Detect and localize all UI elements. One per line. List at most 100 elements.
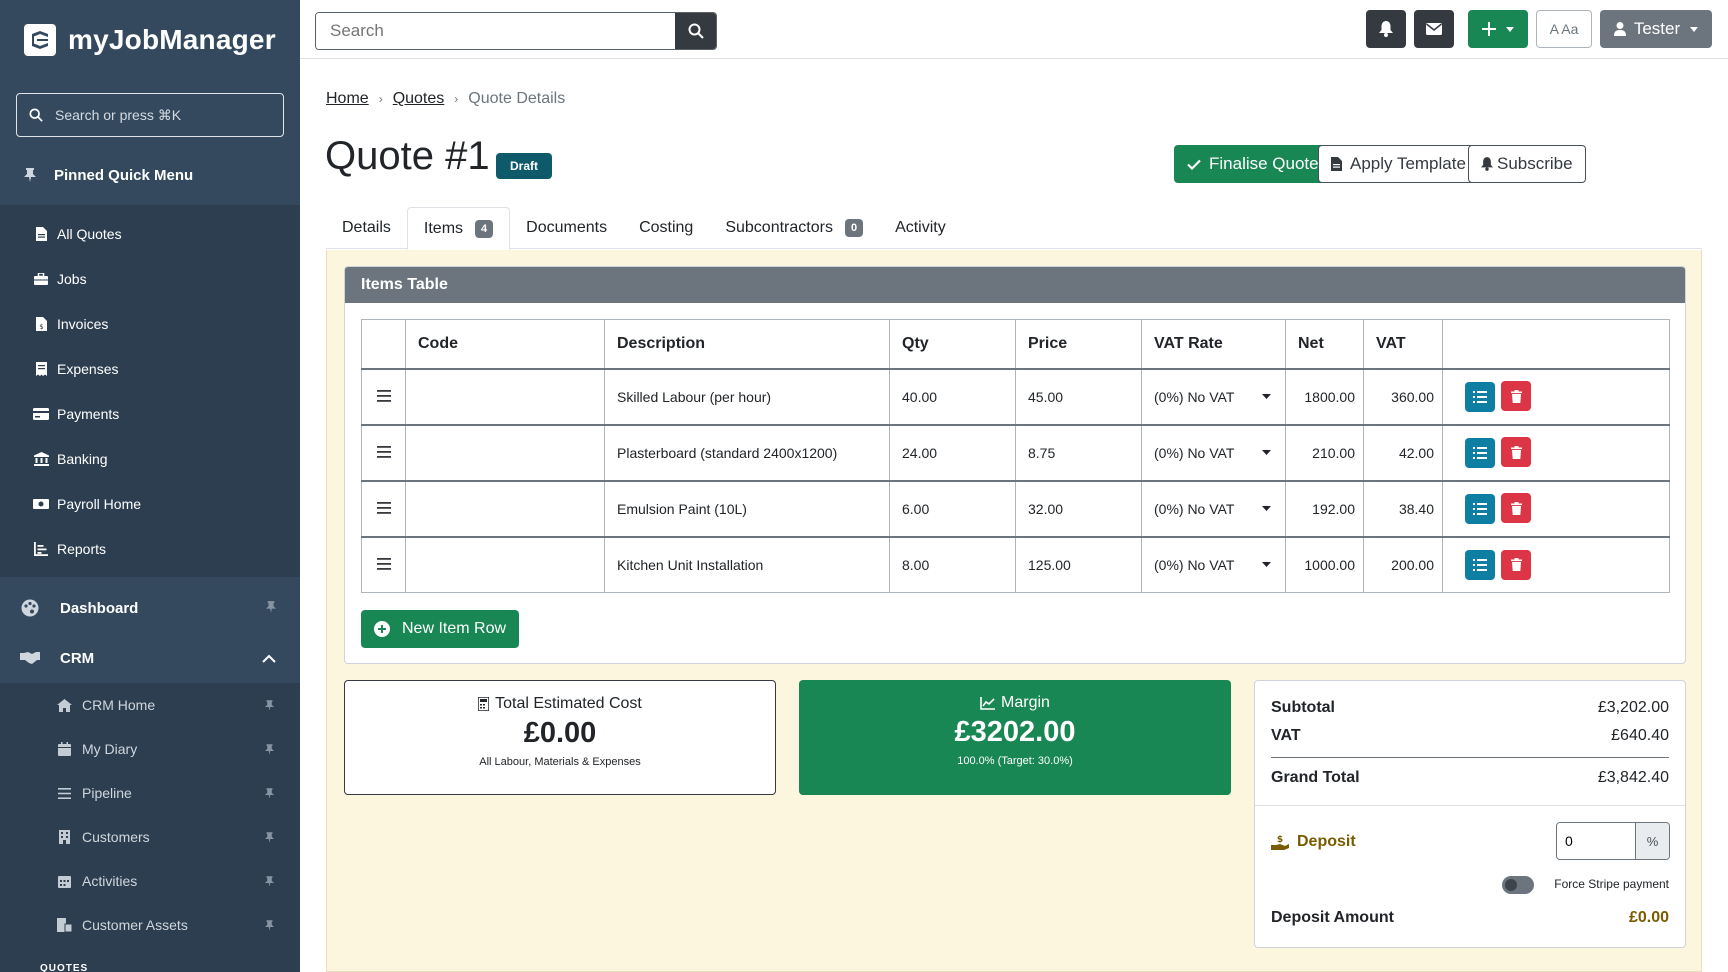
new-item-row-button[interactable]: New Item Row [361,610,520,648]
tab-count-badge: 4 [475,219,494,238]
tab-costing[interactable]: Costing [623,207,709,249]
list-check-icon [1473,502,1487,515]
description-cell[interactable]: Plasterboard (standard 2400x1200) [604,423,890,481]
tab-label: Activity [895,219,946,236]
sidebar-item-activities[interactable]: Activities [0,859,300,903]
sidebar-item-banking[interactable]: Banking [0,436,300,481]
sidebar-item-label: Reports [57,540,107,557]
delete-row-button[interactable] [1501,549,1531,580]
qty-cell[interactable]: 8.00 [889,535,1016,593]
table-row: Plasterboard (standard 2400x1200) 24.00 … [361,423,1670,481]
qty-cell[interactable]: 6.00 [889,479,1016,537]
price-cell[interactable]: 8.75 [1015,423,1142,481]
tab-documents[interactable]: Documents [510,207,623,249]
apply-template-button[interactable]: Apply Template [1318,145,1479,183]
net-cell: 210.00 [1285,423,1364,481]
search-icon [29,108,43,122]
description-cell[interactable]: Skilled Labour (per hour) [604,367,890,425]
brand[interactable]: myJobManager [0,0,300,80]
chevron-up-icon[interactable] [262,650,276,667]
tab-subcontractors[interactable]: Subcontractors 0 [709,207,879,249]
sidebar-search[interactable]: Search or press ⌘K [16,93,284,137]
force-stripe-toggle[interactable] [1502,876,1534,894]
pin-icon[interactable] [265,786,274,802]
user-menu-button[interactable]: Tester [1600,10,1712,48]
sidebar-section-dashboard[interactable]: Dashboard [0,583,300,633]
drag-handle[interactable] [361,535,406,593]
sidebar-item-invoices[interactable]: $ Invoices [0,301,300,346]
subtotal-row: Subtotal £3,202.00 [1271,699,1669,717]
description-cell[interactable]: Emulsion Paint (10L) [604,479,890,537]
sidebar-item-my-diary[interactable]: My Diary [0,727,300,771]
drag-handle[interactable] [361,367,406,425]
delete-row-button[interactable] [1501,381,1531,412]
notifications-button[interactable] [1366,10,1406,48]
vat-rate-select[interactable]: (0%) No VAT [1141,535,1286,593]
pin-icon[interactable] [265,874,274,890]
sidebar-item-payments[interactable]: Payments [0,391,300,436]
search-button[interactable] [675,13,716,49]
row-details-button[interactable] [1465,493,1495,524]
sidebar-item-crm-home[interactable]: CRM Home [0,683,300,727]
subscribe-button[interactable]: Subscribe [1468,145,1586,183]
caret-down-icon [1262,562,1271,568]
sidebar-item-pipeline[interactable]: Pipeline [0,771,300,815]
price-cell[interactable]: 32.00 [1015,479,1142,537]
qty-cell[interactable]: 40.00 [889,367,1016,425]
vat-rate-select[interactable]: (0%) No VAT [1141,367,1286,425]
total-cost-title: Total Estimated Cost [495,695,642,712]
sidebar-item-expenses[interactable]: Expenses [0,346,300,391]
description-cell[interactable]: Kitchen Unit Installation [604,535,890,593]
code-cell[interactable] [405,367,605,425]
code-cell[interactable] [405,423,605,481]
deposit-input[interactable] [1557,823,1635,859]
pin-icon[interactable] [265,742,274,758]
create-new-button[interactable] [1468,10,1528,48]
sidebar-item-payroll-home[interactable]: Payroll Home [0,481,300,526]
sidebar-item-customer-assets[interactable]: Customer Assets [0,903,300,947]
delete-row-button[interactable] [1501,437,1531,468]
messages-button[interactable] [1414,10,1454,48]
row-details-button[interactable] [1465,437,1495,468]
sidebar-item-all-quotes[interactable]: All Quotes [0,211,300,256]
qty-cell[interactable]: 24.00 [889,423,1016,481]
sidebar-item-customers[interactable]: Customers [0,815,300,859]
pin-icon[interactable] [266,600,276,617]
drag-handle[interactable] [361,423,406,481]
sidebar-item-jobs[interactable]: Jobs [0,256,300,301]
column-header: VAT Rate [1141,319,1286,370]
font-size-toggle[interactable]: A Aa [1536,10,1592,48]
tab-activity[interactable]: Activity [879,207,962,249]
drag-handle-icon [376,557,391,570]
sidebar-section-crm[interactable]: CRM [0,633,300,683]
pin-icon[interactable] [265,918,274,934]
row-details-button[interactable] [1465,381,1495,412]
divider [1271,757,1669,758]
caret-down-icon [1262,450,1271,455]
caret-down-icon [1262,506,1271,511]
breadcrumb-quotes[interactable]: Quotes [393,90,445,108]
tab-details[interactable]: Details [326,207,407,249]
search-input[interactable] [316,13,675,49]
chart-line-icon [980,696,996,710]
price-cell[interactable]: 45.00 [1015,367,1142,425]
code-cell[interactable] [405,479,605,537]
vat-label: VAT [1271,727,1301,744]
delete-row-button[interactable] [1501,493,1531,524]
finalise-quote-button[interactable]: Finalise Quote [1174,145,1332,183]
crm-submenu: CRM Home My Diary Pipeline Customers Act… [0,683,300,972]
tab-items[interactable]: Items 4 [406,207,511,250]
price-cell[interactable]: 125.00 [1015,535,1142,593]
vat-rate-select[interactable]: (0%) No VAT [1141,479,1286,537]
pinned-menu-header[interactable]: Pinned Quick Menu [0,145,300,205]
vat-rate-select[interactable]: (0%) No VAT [1141,423,1286,481]
pin-icon[interactable] [265,698,274,714]
breadcrumb-home[interactable]: Home [326,90,369,108]
tab-label: Costing [639,219,694,236]
code-cell[interactable] [405,535,605,593]
drag-handle[interactable] [361,479,406,537]
sidebar-item-reports[interactable]: Reports [0,526,300,571]
pin-icon[interactable] [265,830,274,846]
row-details-button[interactable] [1465,550,1495,580]
hand-holding-dollar-icon: $ [1271,835,1289,850]
